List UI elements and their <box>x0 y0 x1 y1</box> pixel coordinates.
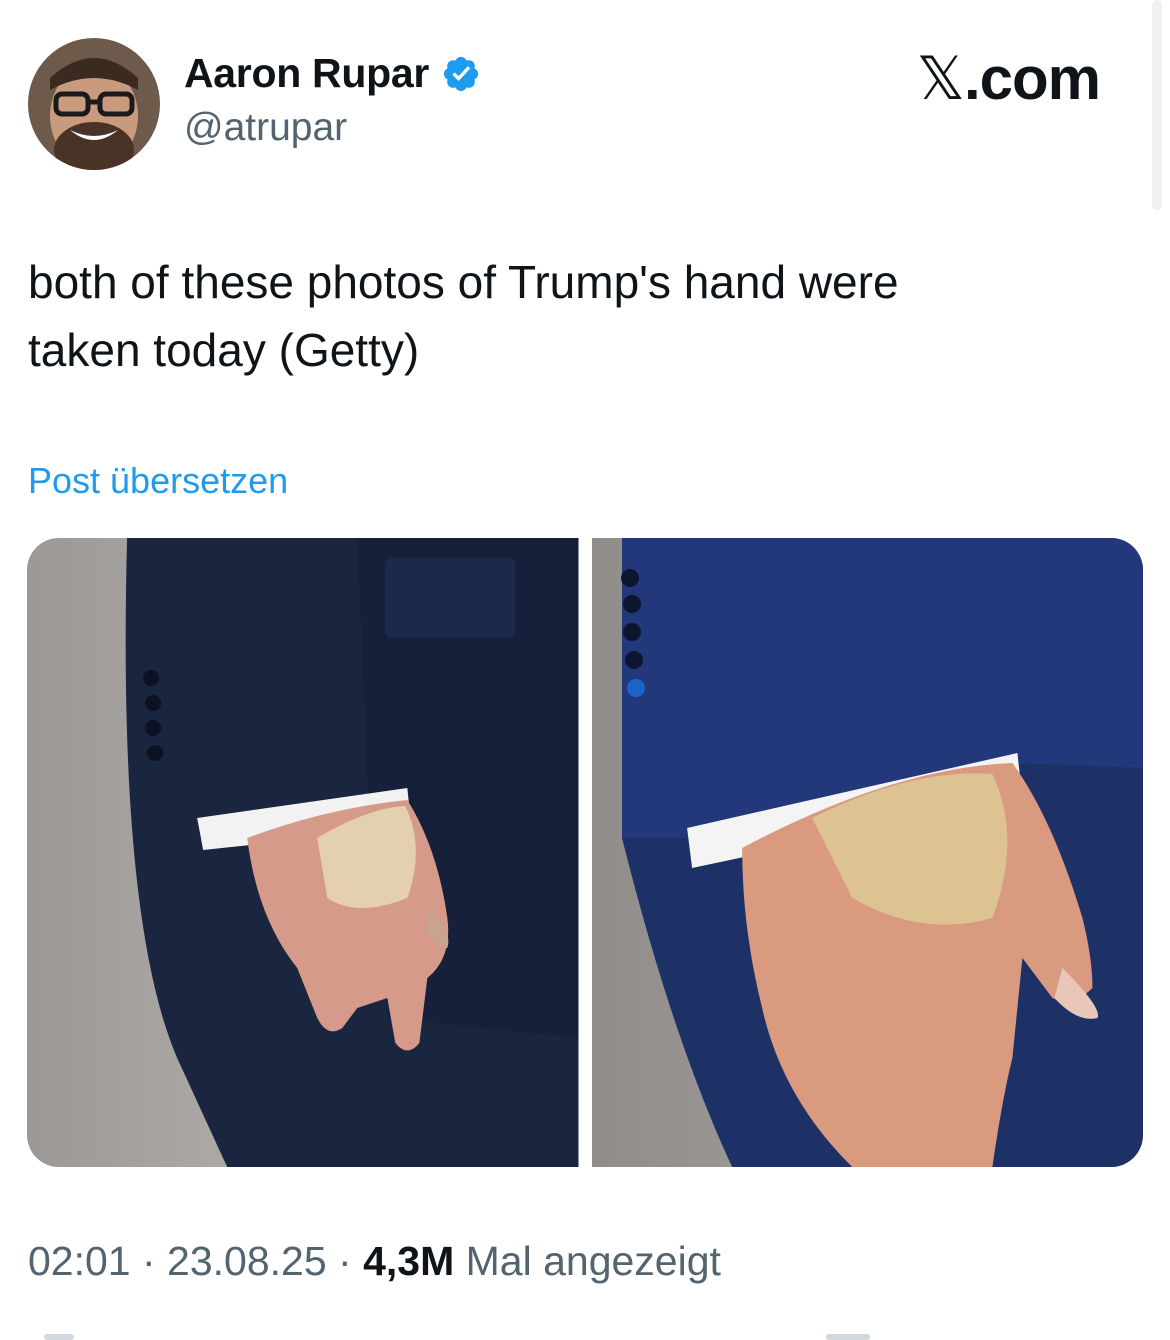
avatar-image <box>28 38 160 170</box>
brand-suffix: .com <box>963 45 1101 112</box>
hand-photo-1 <box>27 538 579 1167</box>
photo-right[interactable] <box>591 538 1143 1167</box>
meta-separator: · <box>326 1238 364 1284</box>
tweet-text: both of these photos of Trump's hand wer… <box>28 248 1128 384</box>
x-logo: 𝕏.com <box>916 44 1101 114</box>
tweet-text-line-2: taken today (Getty) <box>28 324 420 376</box>
author-handle[interactable]: @atrupar <box>184 106 347 150</box>
tweet-meta: 02:01 · 23.08.25 · 4,3M Mal angezeigt <box>28 1238 721 1285</box>
tweet-date[interactable]: 23.08.25 <box>167 1238 327 1284</box>
views-count: 4,3M <box>363 1238 455 1284</box>
media-grid <box>27 538 1143 1167</box>
translate-post-link[interactable]: Post übersetzen <box>28 460 288 502</box>
scrollbar[interactable] <box>1152 0 1162 210</box>
author-avatar[interactable] <box>28 38 160 170</box>
tweet-time[interactable]: 02:01 <box>28 1238 131 1284</box>
meta-separator: · <box>130 1238 168 1284</box>
action-bar-hint-left <box>44 1334 74 1340</box>
photo-left[interactable] <box>27 538 579 1167</box>
action-bar-hint-right <box>826 1334 870 1340</box>
hand-photo-2 <box>591 538 1143 1167</box>
author-name-row[interactable]: Aaron Rupar <box>184 50 481 97</box>
x-mark: 𝕏 <box>916 44 965 114</box>
author-name[interactable]: Aaron Rupar <box>184 50 429 97</box>
views-label: Mal angezeigt <box>454 1238 721 1284</box>
verified-badge-icon <box>443 56 479 91</box>
tweet-text-line-1: both of these photos of Trump's hand wer… <box>28 256 899 308</box>
